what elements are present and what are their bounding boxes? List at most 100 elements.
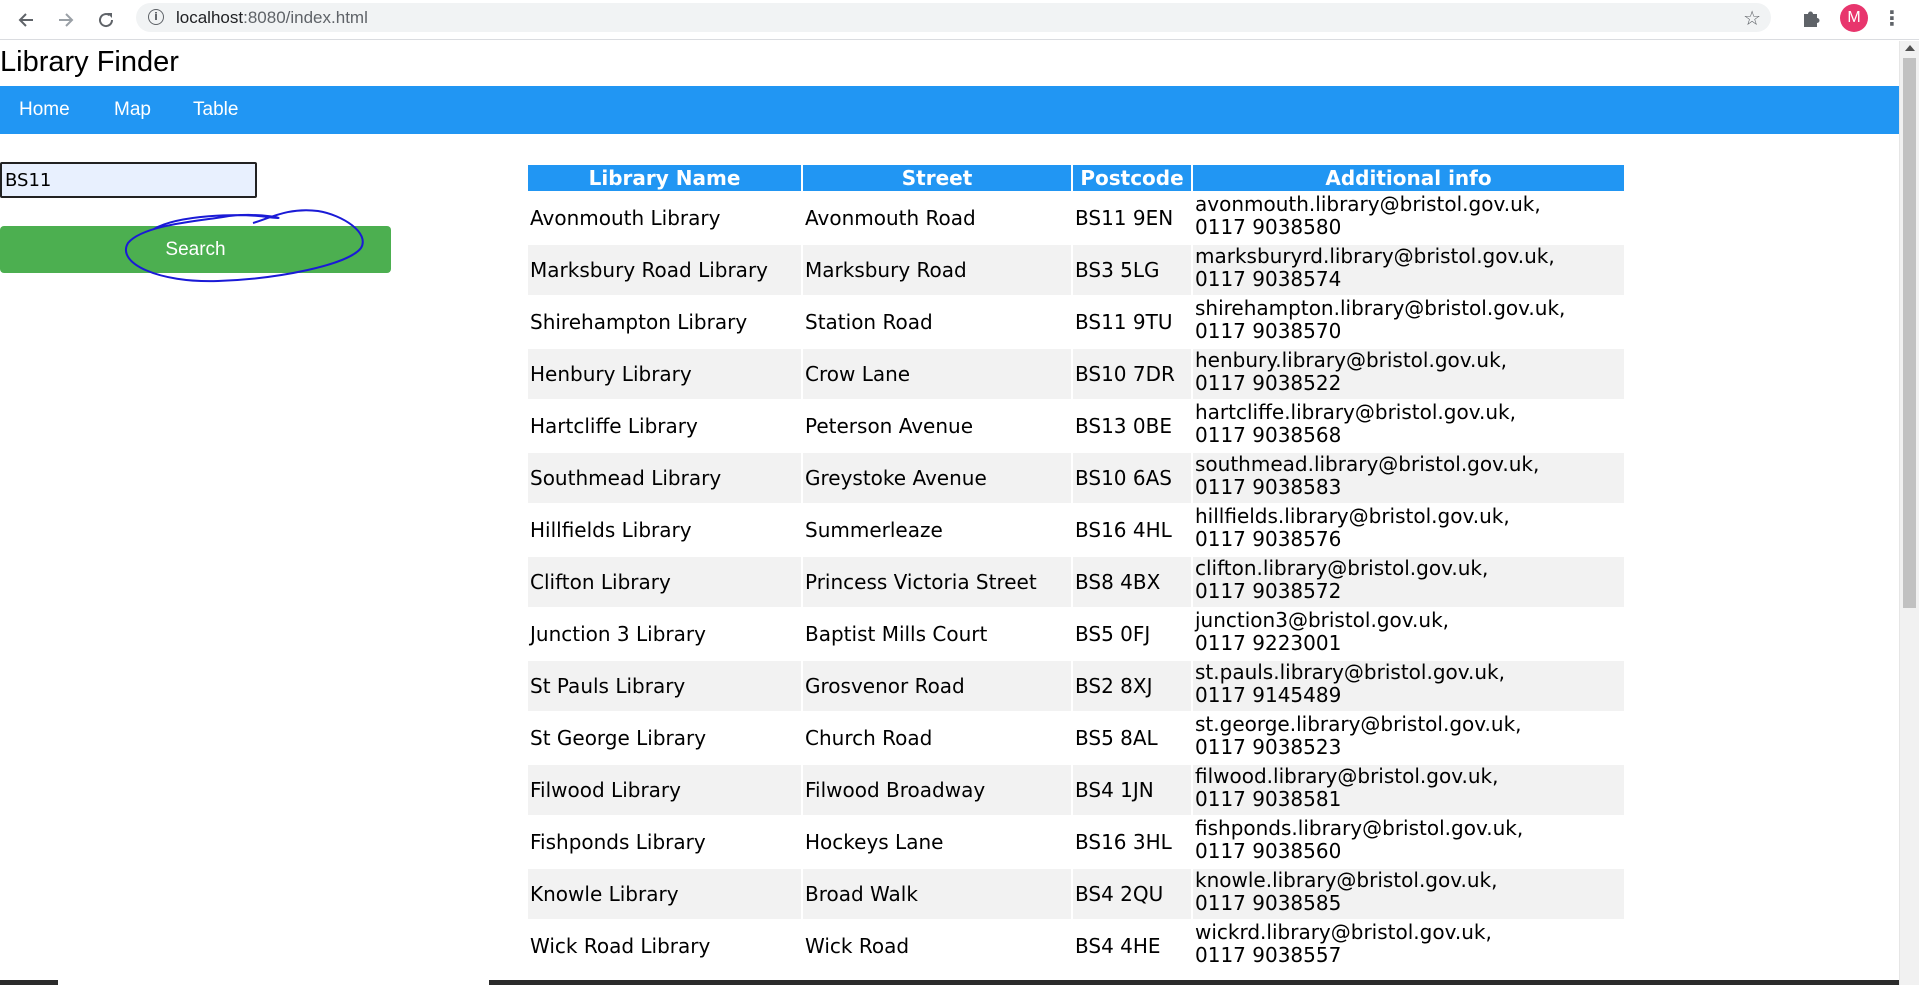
cell-library-name: Hartcliffe Library (528, 401, 801, 451)
cell-library-name: Knowle Library (528, 869, 801, 919)
cell-library-name: Wick Road Library (528, 921, 801, 971)
cell-additional-info: shirehampton.library@bristol.gov.uk, 0117… (1193, 297, 1624, 347)
table-row: Avonmouth Library Avonmouth Road BS11 9EN a… (528, 193, 1624, 243)
cell-postcode: BS10 7DR (1073, 349, 1191, 399)
phone-text: 0117 9038570 (1195, 319, 1342, 343)
cell-street: Summerleaze (803, 505, 1071, 555)
star-icon[interactable]: ☆ (1743, 6, 1761, 30)
email-text: marksburyrd.library@bristol.gov.uk, (1195, 244, 1555, 268)
address-bar[interactable]: i localhost:8080/index.html ☆ (136, 3, 1771, 32)
phone-text: 0117 9145489 (1195, 683, 1342, 707)
cell-additional-info: junction3@bristol.gov.uk, 0117 9223001 (1193, 609, 1624, 659)
cell-street: Grosvenor Road (803, 661, 1071, 711)
header-postcode: Postcode (1073, 165, 1191, 191)
email-text: avonmouth.library@bristol.gov.uk, (1195, 192, 1541, 216)
cell-postcode: BS11 9TU (1073, 297, 1191, 347)
cell-street: Avonmouth Road (803, 193, 1071, 243)
cell-street: Wick Road (803, 921, 1071, 971)
table-header-row: Library Name Street Postcode Additional … (528, 165, 1624, 191)
cell-postcode: BS8 4BX (1073, 557, 1191, 607)
cell-street: Filwood Broadway (803, 765, 1071, 815)
email-text: henbury.library@bristol.gov.uk, (1195, 348, 1508, 372)
cell-additional-info: hartcliffe.library@bristol.gov.uk, 0117 9… (1193, 401, 1624, 451)
table-row: St Pauls Library Grosvenor Road BS2 8XJ st.… (528, 661, 1624, 711)
search-button[interactable]: Search (0, 226, 391, 273)
url-text: localhost:8080/index.html (176, 8, 368, 27)
cell-street: Crow Lane (803, 349, 1071, 399)
phone-text: 0117 9038576 (1195, 527, 1342, 551)
cell-additional-info: marksburyrd.library@bristol.gov.uk, 0117 … (1193, 245, 1624, 295)
cell-street: Hockeys Lane (803, 817, 1071, 867)
page-title: Library Finder (0, 46, 179, 78)
cell-street: Greystoke Avenue (803, 453, 1071, 503)
back-icon[interactable] (12, 6, 40, 34)
forward-icon[interactable] (52, 6, 80, 34)
cell-postcode: BS13 0BE (1073, 401, 1191, 451)
cell-library-name: Marksbury Road Library (528, 245, 801, 295)
puzzle-icon[interactable] (1798, 5, 1824, 31)
cell-additional-info: wickrd.library@bristol.gov.uk, 0117 90385… (1193, 921, 1624, 971)
reload-icon[interactable] (92, 6, 120, 34)
cell-street: Church Road (803, 713, 1071, 763)
cell-street: Broad Walk (803, 869, 1071, 919)
phone-text: 0117 9223001 (1195, 631, 1342, 655)
cell-postcode: BS4 4HE (1073, 921, 1191, 971)
cell-postcode: BS4 1JN (1073, 765, 1191, 815)
bottom-edge (0, 980, 1899, 985)
cell-postcode: BS5 8AL (1073, 713, 1191, 763)
cell-library-name: St George Library (528, 713, 801, 763)
cell-street: Marksbury Road (803, 245, 1071, 295)
table-row: Clifton Library Princess Victoria Street B… (528, 557, 1624, 607)
email-text: fishponds.library@bristol.gov.uk, (1195, 816, 1524, 840)
cell-additional-info: hillfields.library@bristol.gov.uk, 0117 9… (1193, 505, 1624, 555)
phone-text: 0117 9038580 (1195, 215, 1342, 239)
cell-additional-info: avonmouth.library@bristol.gov.uk, 0117 90… (1193, 193, 1624, 243)
cell-postcode: BS11 9EN (1073, 193, 1191, 243)
scroll-up-icon[interactable] (1905, 45, 1915, 51)
phone-text: 0117 9038583 (1195, 475, 1342, 499)
cell-library-name: Avonmouth Library (528, 193, 801, 243)
phone-text: 0117 9038585 (1195, 891, 1342, 915)
more-vertical-icon[interactable]: ⋮ (1882, 4, 1902, 32)
header-additional-info: Additional info (1193, 165, 1624, 191)
cell-additional-info: fishponds.library@bristol.gov.uk, 0117 90… (1193, 817, 1624, 867)
email-text: shirehampton.library@bristol.gov.uk, (1195, 296, 1566, 320)
email-text: knowle.library@bristol.gov.uk, (1195, 868, 1498, 892)
cell-additional-info: henbury.library@bristol.gov.uk, 0117 9038… (1193, 349, 1624, 399)
header-library-name: Library Name (528, 165, 801, 191)
table-row: St George Library Church Road BS5 8AL st.ge… (528, 713, 1624, 763)
table-row: Filwood Library Filwood Broadway BS4 1JN fi… (528, 765, 1624, 815)
cell-library-name: Junction 3 Library (528, 609, 801, 659)
libraries-table: Library Name Street Postcode Additional … (526, 163, 1626, 973)
cell-library-name: Hillfields Library (528, 505, 801, 555)
cell-postcode: BS3 5LG (1073, 245, 1191, 295)
phone-text: 0117 9038574 (1195, 267, 1342, 291)
table-row: Knowle Library Broad Walk BS4 2QU knowle.li… (528, 869, 1624, 919)
cell-postcode: BS5 0FJ (1073, 609, 1191, 659)
page-scrollbar[interactable] (1899, 41, 1919, 985)
cell-library-name: Clifton Library (528, 557, 801, 607)
avatar[interactable]: M (1840, 4, 1868, 32)
cell-additional-info: knowle.library@bristol.gov.uk, 0117 90385… (1193, 869, 1624, 919)
cell-additional-info: southmead.library@bristol.gov.uk, 0117 90… (1193, 453, 1624, 503)
email-text: st.pauls.library@bristol.gov.uk, (1195, 660, 1505, 684)
cell-library-name: Filwood Library (528, 765, 801, 815)
nav-home[interactable]: Home (19, 86, 70, 134)
phone-text: 0117 9038572 (1195, 579, 1342, 603)
cell-library-name: Fishponds Library (528, 817, 801, 867)
page-content: Library Finder Home Map Table Search Lib… (0, 41, 1899, 985)
email-text: southmead.library@bristol.gov.uk, (1195, 452, 1540, 476)
email-text: st.george.library@bristol.gov.uk, (1195, 712, 1522, 736)
nav-map[interactable]: Map (114, 86, 151, 134)
cell-library-name: Shirehampton Library (528, 297, 801, 347)
cell-street: Peterson Avenue (803, 401, 1071, 451)
scrollbar-thumb[interactable] (1903, 58, 1916, 608)
email-text: junction3@bristol.gov.uk, (1195, 608, 1450, 632)
search-input[interactable] (0, 162, 257, 198)
cell-library-name: Southmead Library (528, 453, 801, 503)
info-icon[interactable]: i (148, 9, 164, 25)
phone-text: 0117 9038568 (1195, 423, 1342, 447)
cell-additional-info: st.pauls.library@bristol.gov.uk, 0117 914… (1193, 661, 1624, 711)
phone-text: 0117 9038581 (1195, 787, 1342, 811)
nav-table[interactable]: Table (193, 86, 238, 134)
